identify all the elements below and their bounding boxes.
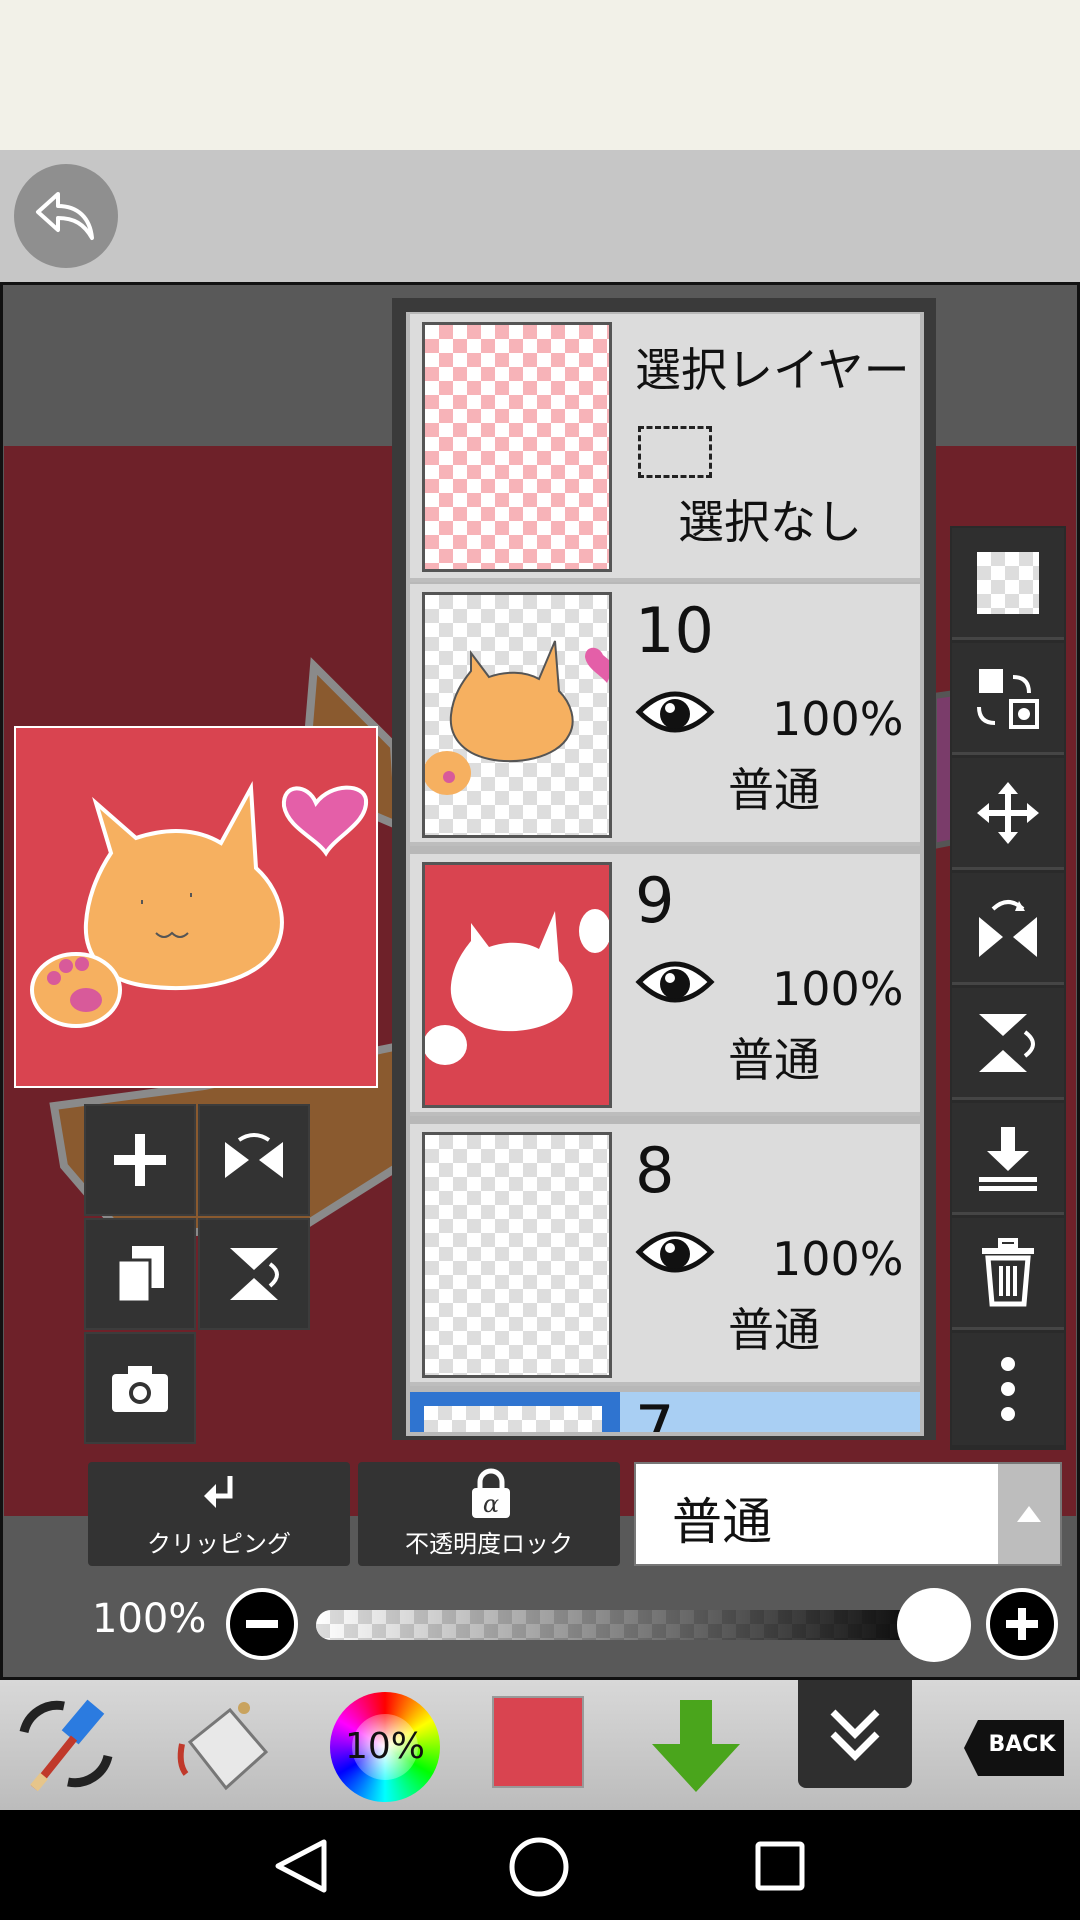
flip-horizontal-button[interactable] [198,1104,310,1216]
layer-number: 10 [635,594,714,667]
copy-layer-button[interactable] [84,1218,196,1330]
blend-mode-select[interactable]: 普通 [634,1462,1062,1566]
bucket-icon [177,1702,269,1791]
layer-number: 7 [635,1392,675,1433]
download-arrow-icon [652,1700,740,1792]
back-button[interactable]: BACK [962,1718,1066,1778]
add-layer-button[interactable] [84,1104,196,1216]
clip-arrow-icon [204,1476,233,1508]
layer-row-8[interactable]: 8 100% 普通 [410,1124,920,1386]
layer-number: 9 [635,864,675,937]
current-color-button[interactable] [492,1696,584,1788]
transparent-fill-button[interactable] [952,528,1064,640]
minus-icon [246,1620,278,1628]
selection-marquee-icon [638,426,712,478]
flip-horizontal-icon [225,1133,283,1178]
layer-opacity: 100% [772,692,904,746]
camera-icon [112,1366,168,1412]
svg-text:α: α [483,1490,499,1518]
layer-thumbnail-9 [422,862,612,1108]
status-area [0,0,1080,150]
layer-row-7[interactable]: 7 [410,1392,920,1432]
canvas-preview[interactable] [14,726,378,1088]
eye-icon[interactable] [635,684,715,740]
collapse-toolbar-button[interactable] [798,1680,912,1788]
layer-thumbnail-7 [424,1406,602,1432]
copy-icon [116,1246,164,1304]
opacity-decrease-button[interactable] [226,1588,298,1660]
cat-thumb [425,640,609,795]
flip-vertical-icon [230,1248,279,1300]
layer-row-10[interactable]: 10 100% 普通 [410,584,920,846]
flip-vertical-button[interactable] [198,1218,310,1330]
blend-mode-value: 普通 [672,1493,772,1551]
layer-blend-mode: 普通 [728,1033,820,1087]
undo-button[interactable] [14,164,118,268]
selection-thumbnail [422,322,612,572]
delete-layer-button[interactable] [952,1218,1064,1330]
more-options-button[interactable] [952,1333,1064,1445]
layer-row-9[interactable]: 9 100% 普通 [410,854,920,1116]
swap-icon [977,668,1039,729]
layer-thumbnail-8 [422,1132,612,1378]
move-button[interactable] [952,758,1064,870]
layer-thumbnail-10 [422,592,612,838]
layer-opacity: 100% [772,1232,904,1286]
flip-horizontal-icon [979,899,1037,957]
opacity-lock-label: 不透明度ロック [405,1530,573,1558]
brush-eraser-icon [19,1699,113,1792]
merge-down-button[interactable] [952,1103,1064,1215]
opacity-slider-thumb[interactable] [897,1588,971,1662]
move-icon [977,781,1039,844]
cat-silhouette-thumb [425,909,609,1065]
opacity-value: 100% [92,1596,207,1642]
clipping-button[interactable]: クリッピング [88,1462,350,1566]
flip-vertical-icon [979,1013,1035,1072]
selection-status: 選択なし [678,495,862,549]
camera-button[interactable] [84,1332,196,1444]
plus-circle-icon [1006,1608,1038,1640]
selection-layer-row[interactable]: 選択レイヤー 選択なし [410,314,920,582]
chevron-double-down-icon [830,1709,880,1761]
eye-icon[interactable] [635,1224,715,1280]
bucket-tool-button[interactable] [170,1692,280,1802]
selection-layer-title: 選択レイヤー [635,343,910,397]
layer-number: 8 [635,1134,675,1207]
home-circle-icon[interactable] [508,1836,570,1898]
blend-mode-dropdown-button[interactable] [998,1464,1060,1564]
clipping-label: クリッピング [147,1530,291,1558]
layer-download-button[interactable] [646,1696,746,1796]
opacity-lock-button[interactable]: α 不透明度ロック [358,1462,620,1566]
undo-bar [0,150,1080,282]
layer-blend-mode: 普通 [728,1303,820,1357]
trash-icon [982,1237,1034,1306]
layer-opacity: 100% [772,962,904,1016]
recent-square-icon[interactable] [754,1840,806,1892]
brush-size-label: 10% [344,1726,425,1767]
cat-illustration [30,780,369,1028]
chevron-up-icon [1017,1506,1041,1522]
brush-eraser-toggle-button[interactable] [14,1692,118,1796]
opacity-slider-track[interactable] [316,1610,946,1640]
lock-icon: α [472,1468,510,1518]
opacity-increase-button[interactable] [986,1588,1058,1660]
plus-icon [114,1134,166,1186]
more-icon [1001,1357,1015,1421]
swap-layers-button[interactable] [952,643,1064,755]
color-wheel-button[interactable]: 10% [330,1692,440,1802]
undo-icon [36,192,94,240]
flip-horizontal-layer-button[interactable] [952,873,1064,985]
layer-blend-mode: 普通 [728,763,820,817]
download-icon [979,1126,1037,1191]
back-triangle-icon[interactable] [272,1836,330,1896]
flip-vertical-layer-button[interactable] [952,988,1064,1100]
paw [30,952,122,1028]
transparent-icon [977,551,1039,614]
eye-icon[interactable] [635,954,715,1010]
back-label: BACK [988,1732,1056,1757]
